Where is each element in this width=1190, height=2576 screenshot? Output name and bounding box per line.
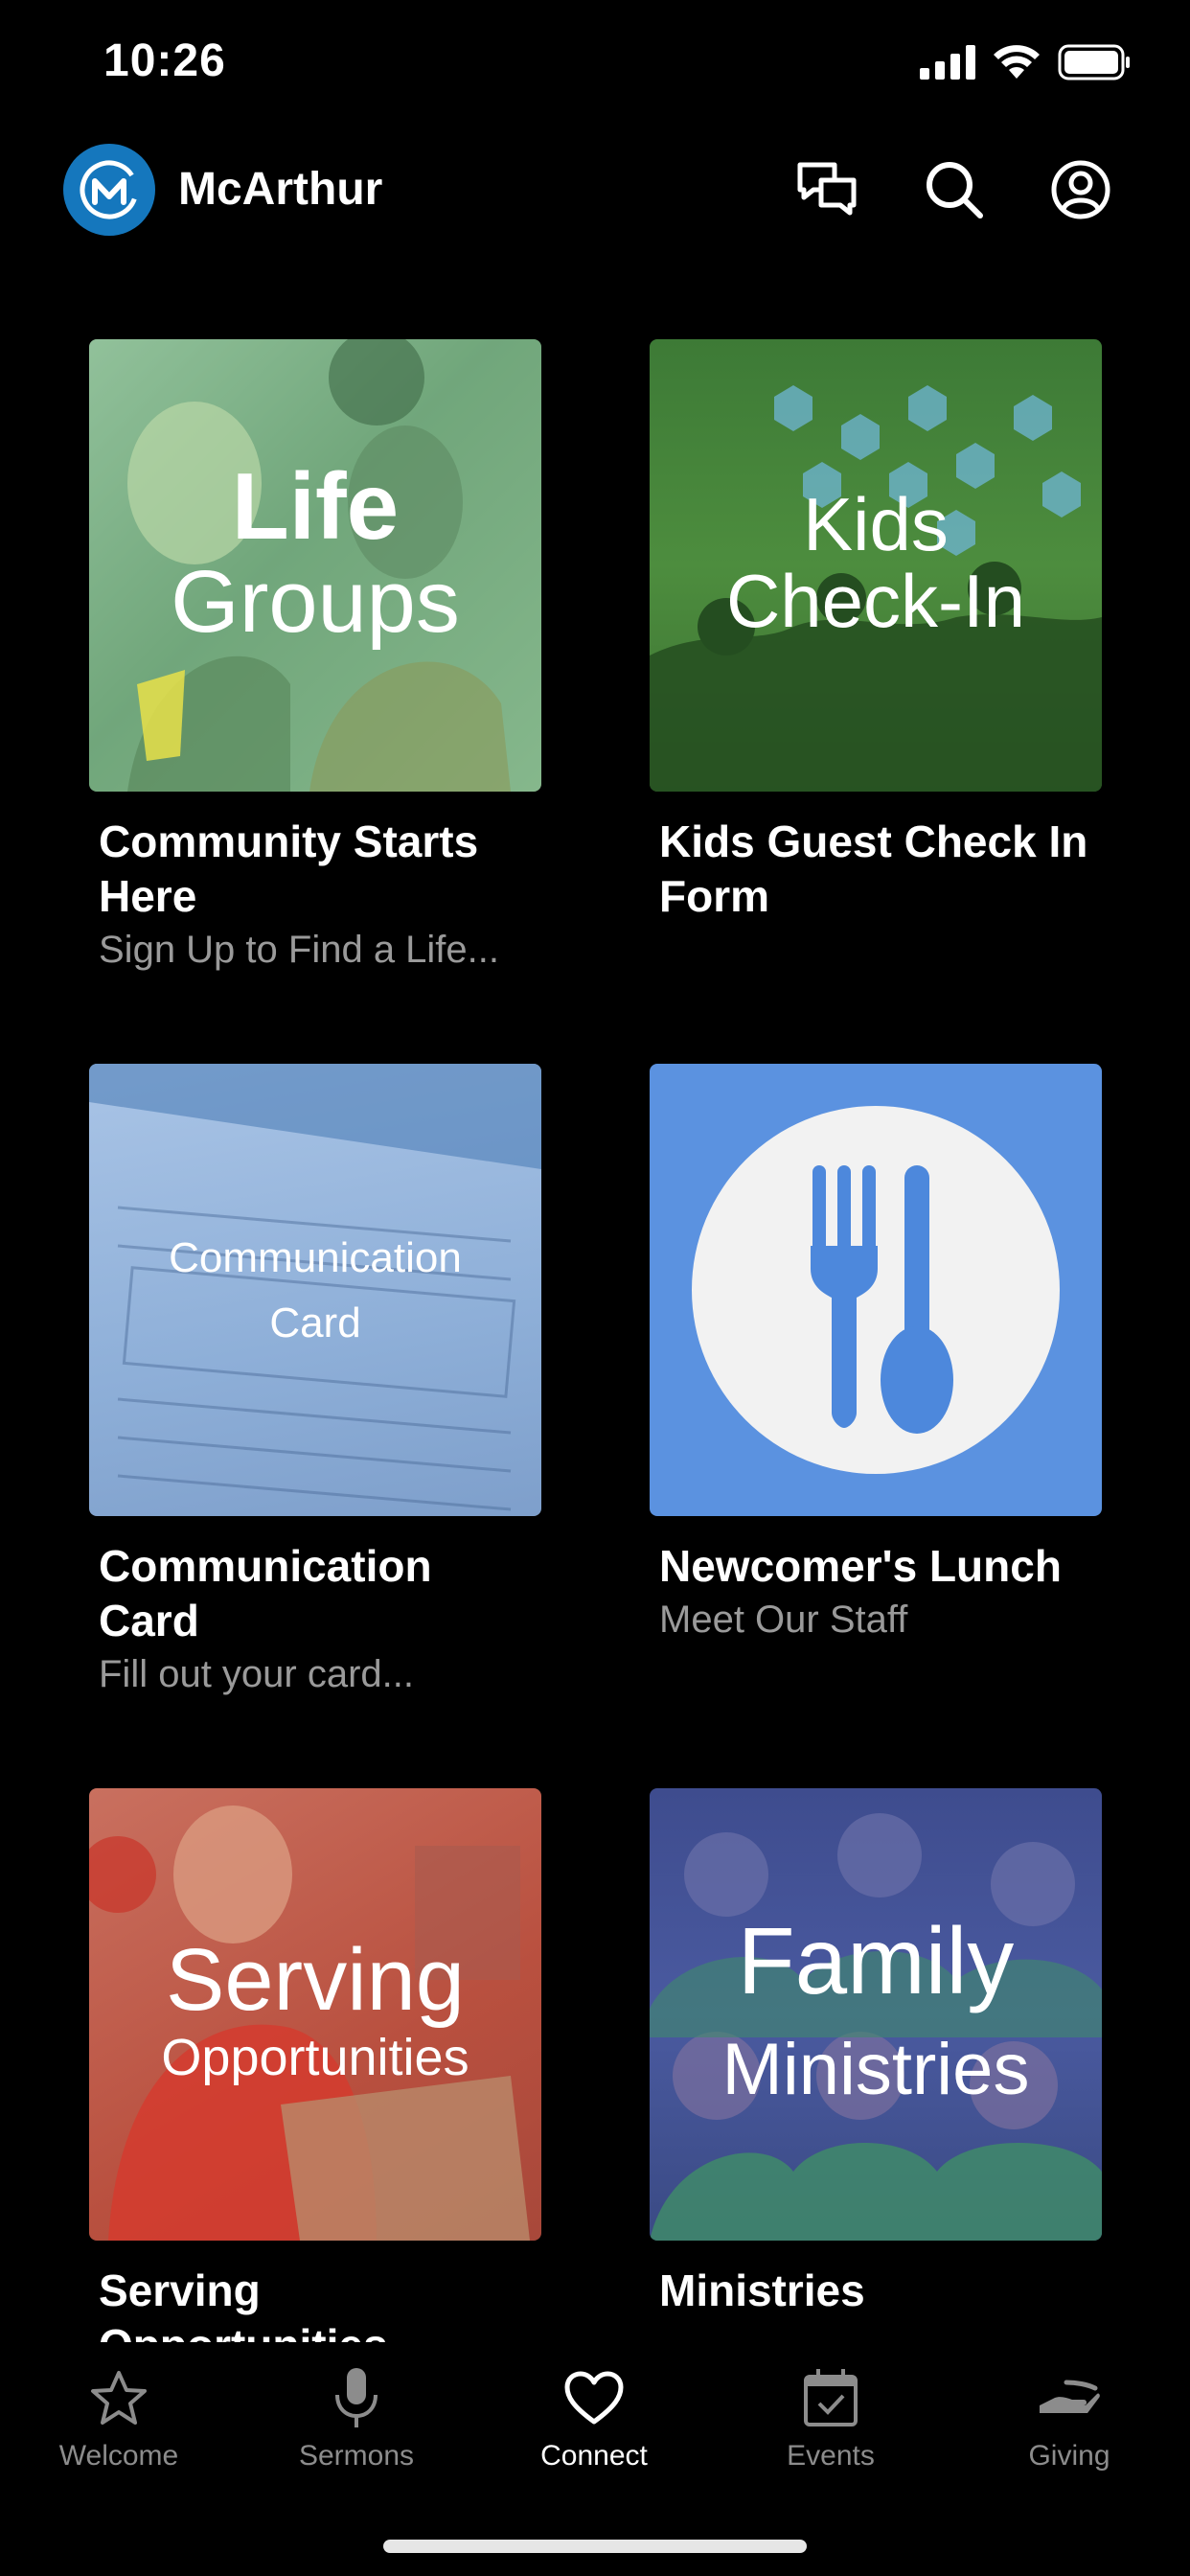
comm-card-photo-shapes [89, 1064, 541, 1511]
star-icon [91, 2371, 147, 2425]
comm-card-line2: Card [269, 1300, 361, 1346]
cellular-signal-icon [920, 45, 975, 80]
kids-line1: Kids [803, 482, 949, 566]
tab-events[interactable]: Events [735, 2359, 927, 2472]
microphone-icon [335, 2368, 378, 2427]
search-icon [927, 162, 983, 218]
card-communication-card[interactable]: Communication Card Communication Card Fi… [89, 1064, 541, 1698]
card-kids-check-in[interactable]: Kids Check-In Kids Guest Check In Form [650, 339, 1102, 926]
tab-label: Sermons [298, 2440, 415, 2472]
card-title: Communication Card [99, 1541, 432, 1645]
card-title: Serving Opportunities [99, 2266, 388, 2342]
status-bar: 10:26 [0, 0, 1190, 134]
tab-label: Events [787, 2440, 875, 2472]
family-line1: Family [737, 1908, 1015, 2013]
card-subtitle: Meet Our Staff [659, 1598, 908, 1641]
giving-hand-icon [1040, 2380, 1100, 2413]
user-profile-icon [1051, 160, 1110, 219]
card-title: Ministries [659, 2266, 865, 2315]
heart-icon [564, 2371, 624, 2425]
tab-label: Connect [540, 2440, 648, 2472]
app-header: McArthur [0, 134, 1190, 249]
messages-button[interactable] [793, 155, 862, 224]
search-button[interactable] [920, 155, 989, 224]
status-time: 10:26 [103, 35, 226, 86]
battery-icon [1058, 44, 1130, 80]
chat-bubbles-icon [797, 162, 857, 216]
tab-welcome[interactable]: Welcome [23, 2359, 215, 2472]
tab-sermons[interactable]: Sermons [261, 2359, 452, 2472]
kids-check-in-image: Kids Check-In [650, 339, 1102, 792]
app-title: McArthur [178, 164, 383, 215]
profile-button[interactable] [1046, 155, 1115, 224]
kids-line2: Check-In [725, 559, 1026, 643]
card-title: Community Starts Here [99, 816, 479, 921]
newcomers-lunch-image [650, 1064, 1102, 1516]
home-indicator[interactable] [383, 2540, 807, 2553]
life-groups-line2: Groups [171, 553, 460, 651]
card-title: Newcomer's Lunch [659, 1541, 1062, 1591]
fork-spoon-plate-icon [692, 1106, 1060, 1474]
card-family-ministries[interactable]: Family Ministries Ministries [650, 1788, 1102, 2320]
family-line2: Ministries [721, 2029, 1030, 2110]
tab-connect[interactable]: Connect [498, 2359, 690, 2472]
connect-grid: Life Groups Community Starts Here Sign U… [0, 339, 1190, 2342]
card-newcomers-lunch[interactable]: Newcomer's Lunch Meet Our Staff [650, 1064, 1102, 1644]
calendar-icon [804, 2369, 858, 2426]
life-groups-line1: Life [231, 453, 400, 559]
wifi-icon [994, 45, 1040, 79]
card-life-groups[interactable]: Life Groups Community Starts Here Sign U… [89, 339, 541, 974]
mcarthur-logo[interactable] [63, 144, 155, 236]
comm-card-line1: Communication [169, 1234, 462, 1281]
family-ministries-image: Family Ministries [650, 1788, 1102, 2241]
m-logo-icon [80, 160, 139, 219]
communication-card-image: Communication Card [89, 1064, 541, 1516]
serving-line1: Serving [166, 1931, 465, 2029]
tab-label: Welcome [58, 2440, 179, 2472]
serving-image: Serving Opportunities [89, 1788, 541, 2241]
card-subtitle: Fill out your card... [99, 1653, 415, 1695]
tab-giving[interactable]: Giving [973, 2359, 1165, 2472]
status-icons [920, 44, 1131, 80]
card-title: Kids Guest Check In Form [659, 816, 1088, 921]
card-subtitle: Sign Up to Find a Life... [99, 929, 500, 971]
serving-line2: Opportunities [161, 2029, 469, 2086]
tab-label: Giving [1028, 2440, 1110, 2472]
card-serving-opportunities[interactable]: Serving Opportunities Serving Opportunit… [89, 1788, 541, 2342]
life-groups-image: Life Groups [89, 339, 541, 792]
